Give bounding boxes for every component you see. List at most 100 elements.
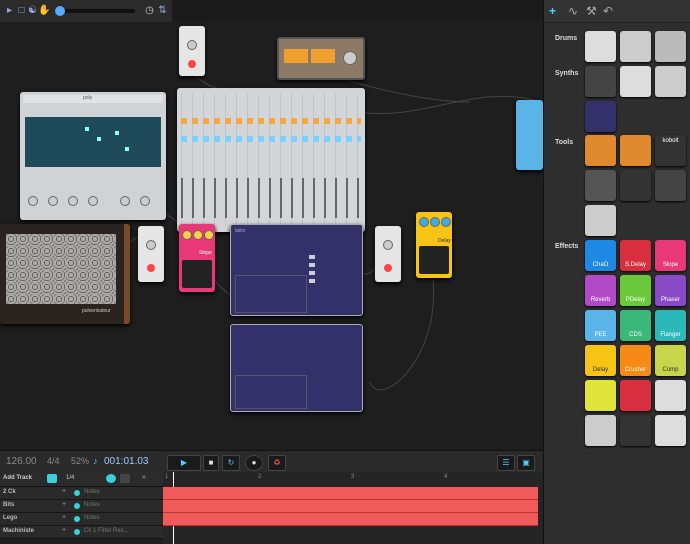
track-add-icon[interactable]: +	[62, 488, 66, 495]
timeline[interactable]: 1 2 3 4	[163, 472, 543, 544]
seq-knob[interactable]	[120, 196, 130, 206]
synths-thumb-2[interactable]	[620, 66, 651, 97]
tracks-view-icon[interactable]: ☰	[497, 455, 515, 471]
osc-knobs[interactable]	[309, 255, 315, 285]
tailor-synth-device[interactable]: tailor	[230, 224, 363, 316]
slope-pedal-device[interactable]: Slope	[179, 224, 215, 292]
track-row[interactable]: 2 Ck + Notes	[0, 487, 163, 500]
slope-knob[interactable]	[204, 230, 214, 240]
mixer-device[interactable]	[177, 88, 365, 232]
time-signature[interactable]: 4/4	[47, 456, 60, 466]
fast-forward-icon[interactable]: »	[142, 474, 146, 481]
track-active-icon[interactable]	[74, 516, 80, 522]
synth-knob-grid[interactable]	[6, 234, 116, 304]
delay-knob[interactable]	[441, 217, 451, 227]
gain-device-2[interactable]	[138, 226, 164, 282]
synths-thumb-3[interactable]	[655, 66, 686, 97]
seq-knob[interactable]	[68, 196, 78, 206]
tools-thumb-6[interactable]	[655, 170, 686, 201]
track-add-icon[interactable]: +	[62, 527, 66, 534]
tools-thumb-7[interactable]	[585, 205, 616, 236]
delay-knob[interactable]	[419, 217, 429, 227]
undo-icon[interactable]: ↶	[603, 4, 613, 18]
clip-lane[interactable]	[163, 513, 538, 526]
sequencer-display[interactable]	[25, 117, 161, 167]
effect-thumb-16[interactable]	[585, 415, 616, 446]
mixer-faders[interactable]	[181, 178, 361, 218]
synths-thumb-4[interactable]	[585, 101, 616, 132]
loop-button[interactable]: ↻	[222, 455, 240, 471]
synths-thumb-1[interactable]	[585, 66, 616, 97]
effect-thumb-10[interactable]: Delay	[585, 345, 616, 376]
blue-pedal-device[interactable]	[516, 100, 543, 170]
plus-icon[interactable]: +	[549, 4, 556, 18]
envelope-display[interactable]	[235, 275, 307, 313]
track-active-icon[interactable]	[74, 529, 80, 535]
effect-thumb-12[interactable]: Comp	[655, 345, 686, 376]
compressor-device[interactable]	[277, 37, 365, 80]
effect-thumb-6[interactable]: Phaser	[655, 275, 686, 306]
slope-footswitch[interactable]	[182, 260, 212, 288]
track-active-icon[interactable]	[74, 503, 80, 509]
effect-thumb-14[interactable]	[620, 380, 651, 411]
compressor-knob[interactable]	[343, 51, 357, 65]
effect-thumb-7[interactable]: PEE	[585, 310, 616, 341]
seq-knob[interactable]	[48, 196, 58, 206]
gain-knob[interactable]	[146, 240, 156, 250]
tools-thumb-4[interactable]	[585, 170, 616, 201]
delay-knob[interactable]	[430, 217, 440, 227]
step-sequencer-device[interactable]: poly	[20, 92, 166, 220]
quantize-select[interactable]: 1/4	[66, 475, 74, 481]
tools-thumb-3[interactable]: kobolt	[655, 135, 686, 166]
clock-icon[interactable]: ◷	[144, 5, 155, 16]
add-track-button[interactable]: Add Track	[3, 475, 32, 481]
drums-thumb-3[interactable]	[655, 31, 686, 62]
tools-thumb-5[interactable]	[620, 170, 651, 201]
analog-synth-device[interactable]: pulverisateur	[0, 224, 130, 324]
effect-thumb-9[interactable]: Flanger	[655, 310, 686, 341]
play-mode-icon[interactable]: ▸	[4, 5, 15, 16]
tempo-value[interactable]: 126.00	[6, 456, 37, 467]
seq-knob[interactable]	[140, 196, 150, 206]
track-add-icon[interactable]: +	[62, 514, 66, 521]
seq-knob[interactable]	[28, 196, 38, 206]
delay-footswitch[interactable]	[419, 246, 449, 274]
wrench-icon[interactable]: ⚒	[586, 4, 597, 18]
record-button[interactable]: ●	[245, 455, 263, 471]
drums-thumb-2[interactable]	[620, 31, 651, 62]
delay-pedal-device[interactable]: Delay	[416, 212, 452, 278]
effect-thumb-11[interactable]: Crusher	[620, 345, 651, 376]
swing-value[interactable]: 52%	[71, 456, 89, 466]
drums-thumb-1[interactable]	[585, 31, 616, 62]
waveform-icon[interactable]: ∿	[568, 4, 578, 18]
slope-knob[interactable]	[193, 230, 203, 240]
hand-icon[interactable]: ✋	[38, 5, 50, 16]
gain-knob[interactable]	[383, 240, 393, 250]
headphones-icon[interactable]: ☯	[27, 5, 38, 16]
clip-lane[interactable]	[163, 487, 538, 500]
track-add-icon[interactable]: +	[62, 501, 66, 508]
folder-icon[interactable]: ▣	[517, 455, 535, 471]
sort-icon[interactable]: ⇅	[157, 5, 168, 16]
effect-thumb-15[interactable]	[655, 380, 686, 411]
slope-knob[interactable]	[182, 230, 192, 240]
seq-loop-button[interactable]	[120, 474, 130, 483]
device-canvas[interactable]: poly pulverisateur Slope tailor Delay	[0, 22, 543, 450]
track-active-icon[interactable]	[74, 490, 80, 496]
effect-thumb-17[interactable]	[620, 415, 651, 446]
gain-device-3[interactable]	[375, 226, 401, 282]
gain-knob[interactable]	[187, 40, 197, 50]
track-row[interactable]: Bits + Notes	[0, 500, 163, 513]
clip-lane[interactable]	[163, 500, 538, 513]
track-row[interactable]: Lego + Notes	[0, 513, 163, 526]
mixer-send-knobs[interactable]	[181, 136, 361, 142]
metronome-button[interactable]: ♻	[268, 455, 286, 471]
tools-thumb-1[interactable]	[585, 135, 616, 166]
play-button[interactable]: ▶	[167, 455, 201, 471]
effect-thumb-13[interactable]	[585, 380, 616, 411]
tailor-synth-device-2[interactable]	[230, 324, 363, 412]
gain-device[interactable]	[179, 26, 205, 76]
tools-thumb-2[interactable]	[620, 135, 651, 166]
zoom-slider-handle[interactable]	[55, 6, 65, 16]
select-icon[interactable]: □	[16, 5, 27, 16]
